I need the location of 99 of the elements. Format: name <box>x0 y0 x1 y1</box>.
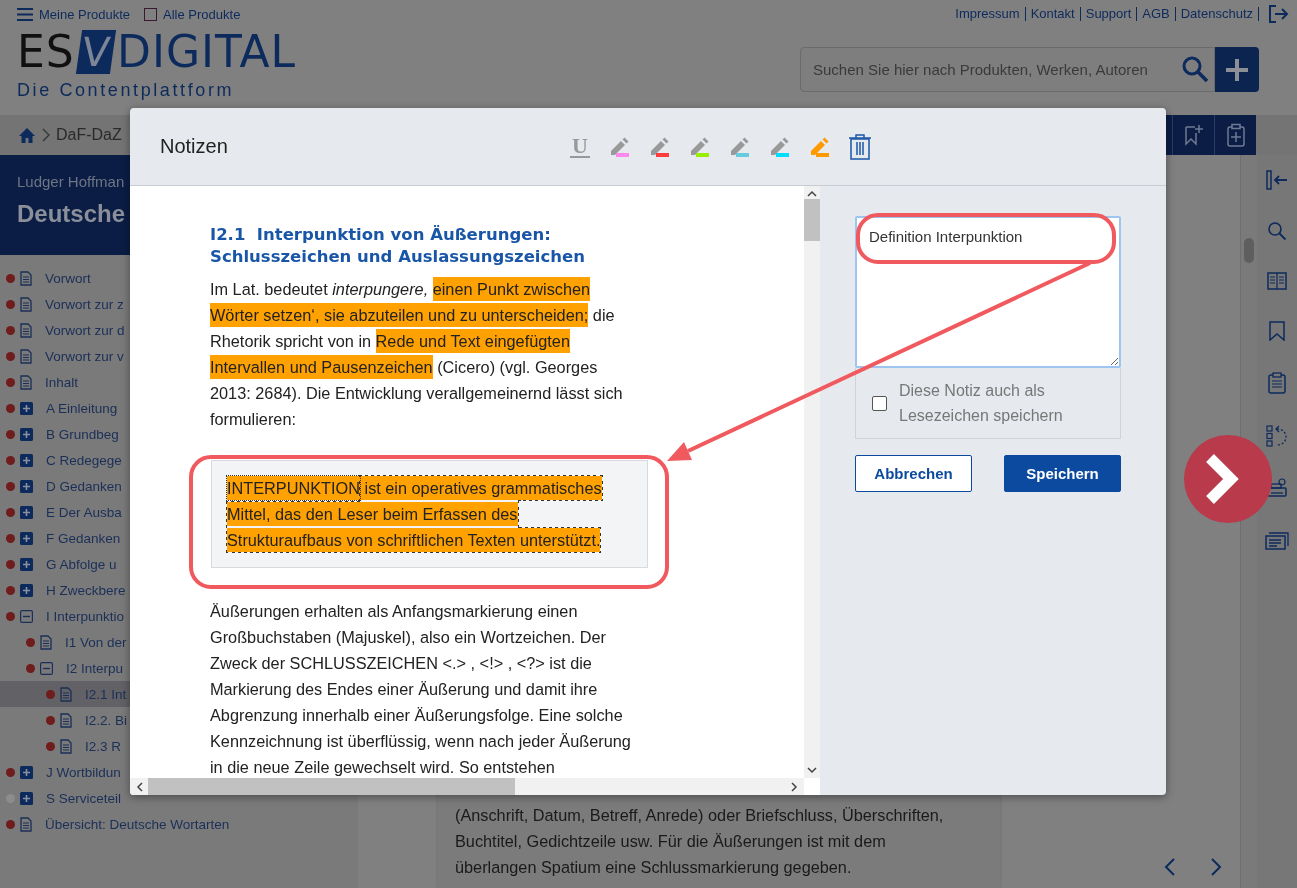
collapse-icon[interactable] <box>40 661 53 675</box>
clipboard-plus-icon <box>1225 123 1246 147</box>
paragraph: Äußerungen erhalten als Anfangsmarkierung einen Großbuchstaben (Majuskel), also ein Wortzeichen. Der Zweck der SCHLUSSZEICHEN <.> , <!> , <?> ist die Markierung des Endes einer Äußerung und damit ihre Abgrenzung innerhalb einer Äußerungsfolge. Eine solche Kennzeichnung ist überflüssig, wenn nach jeder Äußerung in die neue Zeile gewechselt wird. So entstehen <box>210 601 632 778</box>
document-icon <box>20 816 32 832</box>
document-icon <box>60 738 72 754</box>
dialog-title: Notizen <box>160 135 229 158</box>
document-icon <box>60 712 72 728</box>
expand-icon[interactable] <box>20 401 33 415</box>
document-icon <box>20 322 32 338</box>
footer-link[interactable]: Kontakt <box>1025 7 1081 21</box>
tree-item[interactable]: Übersicht: Deutsche Wortarten <box>45 816 230 832</box>
tree-item[interactable]: Vorwort zur z <box>45 296 124 312</box>
checkbox[interactable] <box>872 395 887 411</box>
book-title: Deutsche <box>17 200 127 228</box>
logo-tagline: Die Contentplattform <box>17 80 236 101</box>
clipboard-icon[interactable] <box>1268 372 1286 394</box>
checkbox-label[interactable]: Alle Produkte <box>163 6 241 22</box>
document-icon <box>20 270 32 286</box>
scroll-up-icon[interactable] <box>807 190 817 197</box>
menu-link[interactable]: Meine Produkte <box>39 6 131 22</box>
tree-item[interactable]: I2.3 R <box>85 738 122 754</box>
expand-icon[interactable] <box>20 505 33 519</box>
tree-item[interactable]: B Grundbeg <box>46 426 119 442</box>
document-icon <box>20 348 32 364</box>
previous-page-icon[interactable] <box>1164 858 1176 876</box>
tree-item[interactable]: Inhalt <box>45 374 79 390</box>
footer-link[interactable]: Impressum <box>950 7 1026 21</box>
footer-link[interactable]: Support <box>1080 7 1138 21</box>
tree-item[interactable]: H Zweckbere <box>46 582 126 598</box>
section-heading: I2.1 Interpunktion von Äußerungen: Schlusszeichen und Auslassungszeichen <box>210 224 586 268</box>
bookmark-plus-icon <box>1183 124 1204 146</box>
scroll-right-icon[interactable] <box>791 781 798 792</box>
scroll-thumb[interactable] <box>804 199 820 241</box>
home-icon[interactable] <box>18 126 36 144</box>
logout-icon[interactable] <box>1267 4 1289 24</box>
book-icon[interactable] <box>1267 272 1287 290</box>
chevron-circle-icon[interactable] <box>1184 435 1272 523</box>
bookmark-icon[interactable] <box>1269 321 1285 341</box>
tree-item[interactable]: D Gedanken <box>46 478 122 494</box>
tree-item[interactable]: J Wortbildun <box>46 764 121 780</box>
horizontal-scrollbar[interactable] <box>130 778 804 795</box>
document-icon <box>20 296 32 312</box>
search-icon[interactable] <box>1181 55 1209 83</box>
collapse-icon[interactable] <box>20 609 33 623</box>
expand-icon[interactable] <box>20 583 33 597</box>
expand-icon[interactable] <box>20 791 33 805</box>
tree-item[interactable]: I2.1 Int <box>85 686 127 702</box>
tree-item[interactable]: I2.2. Bi <box>85 712 128 728</box>
expand-icon[interactable] <box>20 765 33 779</box>
scroll-left-icon[interactable] <box>136 781 143 792</box>
plus-icon <box>1224 56 1250 83</box>
expand-icon[interactable] <box>20 427 33 441</box>
tree-item[interactable]: Vorwort <box>45 270 91 286</box>
tree-item[interactable]: I2 Interpu <box>66 660 124 676</box>
paragraph: Im Lat. bedeutet interpungere, einen Punkt zwischen Wörter setzen‘, sie abzuteilen und zu unterscheiden; die Rhetorik spricht von in Rede und Text eingefügten Intervallen und Pausenzeichen (Cicero) (vgl. Georges 2013: 2684). Die Entwicklung verallgemeinernd lässt sich formulieren: <box>210 276 635 432</box>
tree-item[interactable]: C Redegege <box>46 452 122 468</box>
menu-icon[interactable] <box>17 7 33 21</box>
vertical-scrollbar[interactable] <box>804 186 820 778</box>
collapse-panel-icon[interactable] <box>1266 170 1288 190</box>
chevron-right-icon <box>42 128 50 142</box>
search-icon[interactable] <box>1267 221 1287 241</box>
cards-icon[interactable] <box>1265 531 1289 551</box>
scroll-thumb[interactable] <box>1244 238 1254 263</box>
scroll-thumb[interactable] <box>148 778 515 795</box>
save-button[interactable]: Speichern <box>1004 455 1121 492</box>
expand-icon[interactable] <box>20 531 33 545</box>
footer-link[interactable]: AGB <box>1137 7 1176 21</box>
checkbox-label[interactable]: Diese Notiz auch als Lesezeichen speichern <box>899 378 1099 428</box>
note-field[interactable]: Definition Interpunktion <box>855 216 1121 368</box>
document-icon <box>60 686 72 702</box>
next-page-icon[interactable] <box>1210 858 1222 876</box>
list-undo-icon[interactable] <box>1266 425 1288 447</box>
tree-item[interactable]: Vorwort zur v <box>45 348 124 364</box>
book-author: Ludger Hoffman <box>17 173 126 190</box>
add-button[interactable] <box>1215 47 1259 92</box>
tree-item[interactable]: E Der Ausba <box>46 504 122 520</box>
expand-icon[interactable] <box>20 557 33 571</box>
trash-icon[interactable] <box>847 133 872 160</box>
tree-item[interactable]: A Einleitung <box>46 400 118 416</box>
tree-item[interactable]: S Serviceteil <box>46 790 122 806</box>
expand-icon[interactable] <box>20 479 33 493</box>
underline-button[interactable]: U <box>570 135 590 158</box>
search-field[interactable]: Suchen Sie hier nach Produkten, Werken, Autoren <box>800 47 1215 92</box>
printer-icon[interactable] <box>1266 478 1288 500</box>
tree-item[interactable]: F Gedanken <box>46 530 121 546</box>
breadcrumb-link[interactable]: DaF-DaZ <box>56 126 122 144</box>
article-paragraph: (Anschrift, Datum, Betreff, Anrede) oder Briefschluss, Überschriften, Buchtitel, Gedichtzeile usw. Für die Äußerungen ist mit dem überlangen Spatium eine Schlussmarkierung gegeben. <box>455 805 945 878</box>
tree-item[interactable]: G Abfolge u <box>46 556 117 572</box>
checkbox[interactable] <box>144 7 158 21</box>
document-icon <box>40 634 52 650</box>
scroll-down-icon[interactable] <box>807 767 817 774</box>
logo[interactable]: ES V DIGITAL <box>17 30 297 74</box>
document-icon <box>20 374 32 390</box>
tree-item[interactable]: I1 Von der <box>65 634 127 650</box>
tree-item[interactable]: I Interpunktio <box>46 608 125 624</box>
expand-icon[interactable] <box>20 453 33 467</box>
footer-link[interactable]: Datenschutz <box>1175 7 1259 21</box>
tree-item[interactable]: Vorwort zur d <box>45 322 125 338</box>
cancel-button[interactable]: Abbrechen <box>855 455 972 492</box>
